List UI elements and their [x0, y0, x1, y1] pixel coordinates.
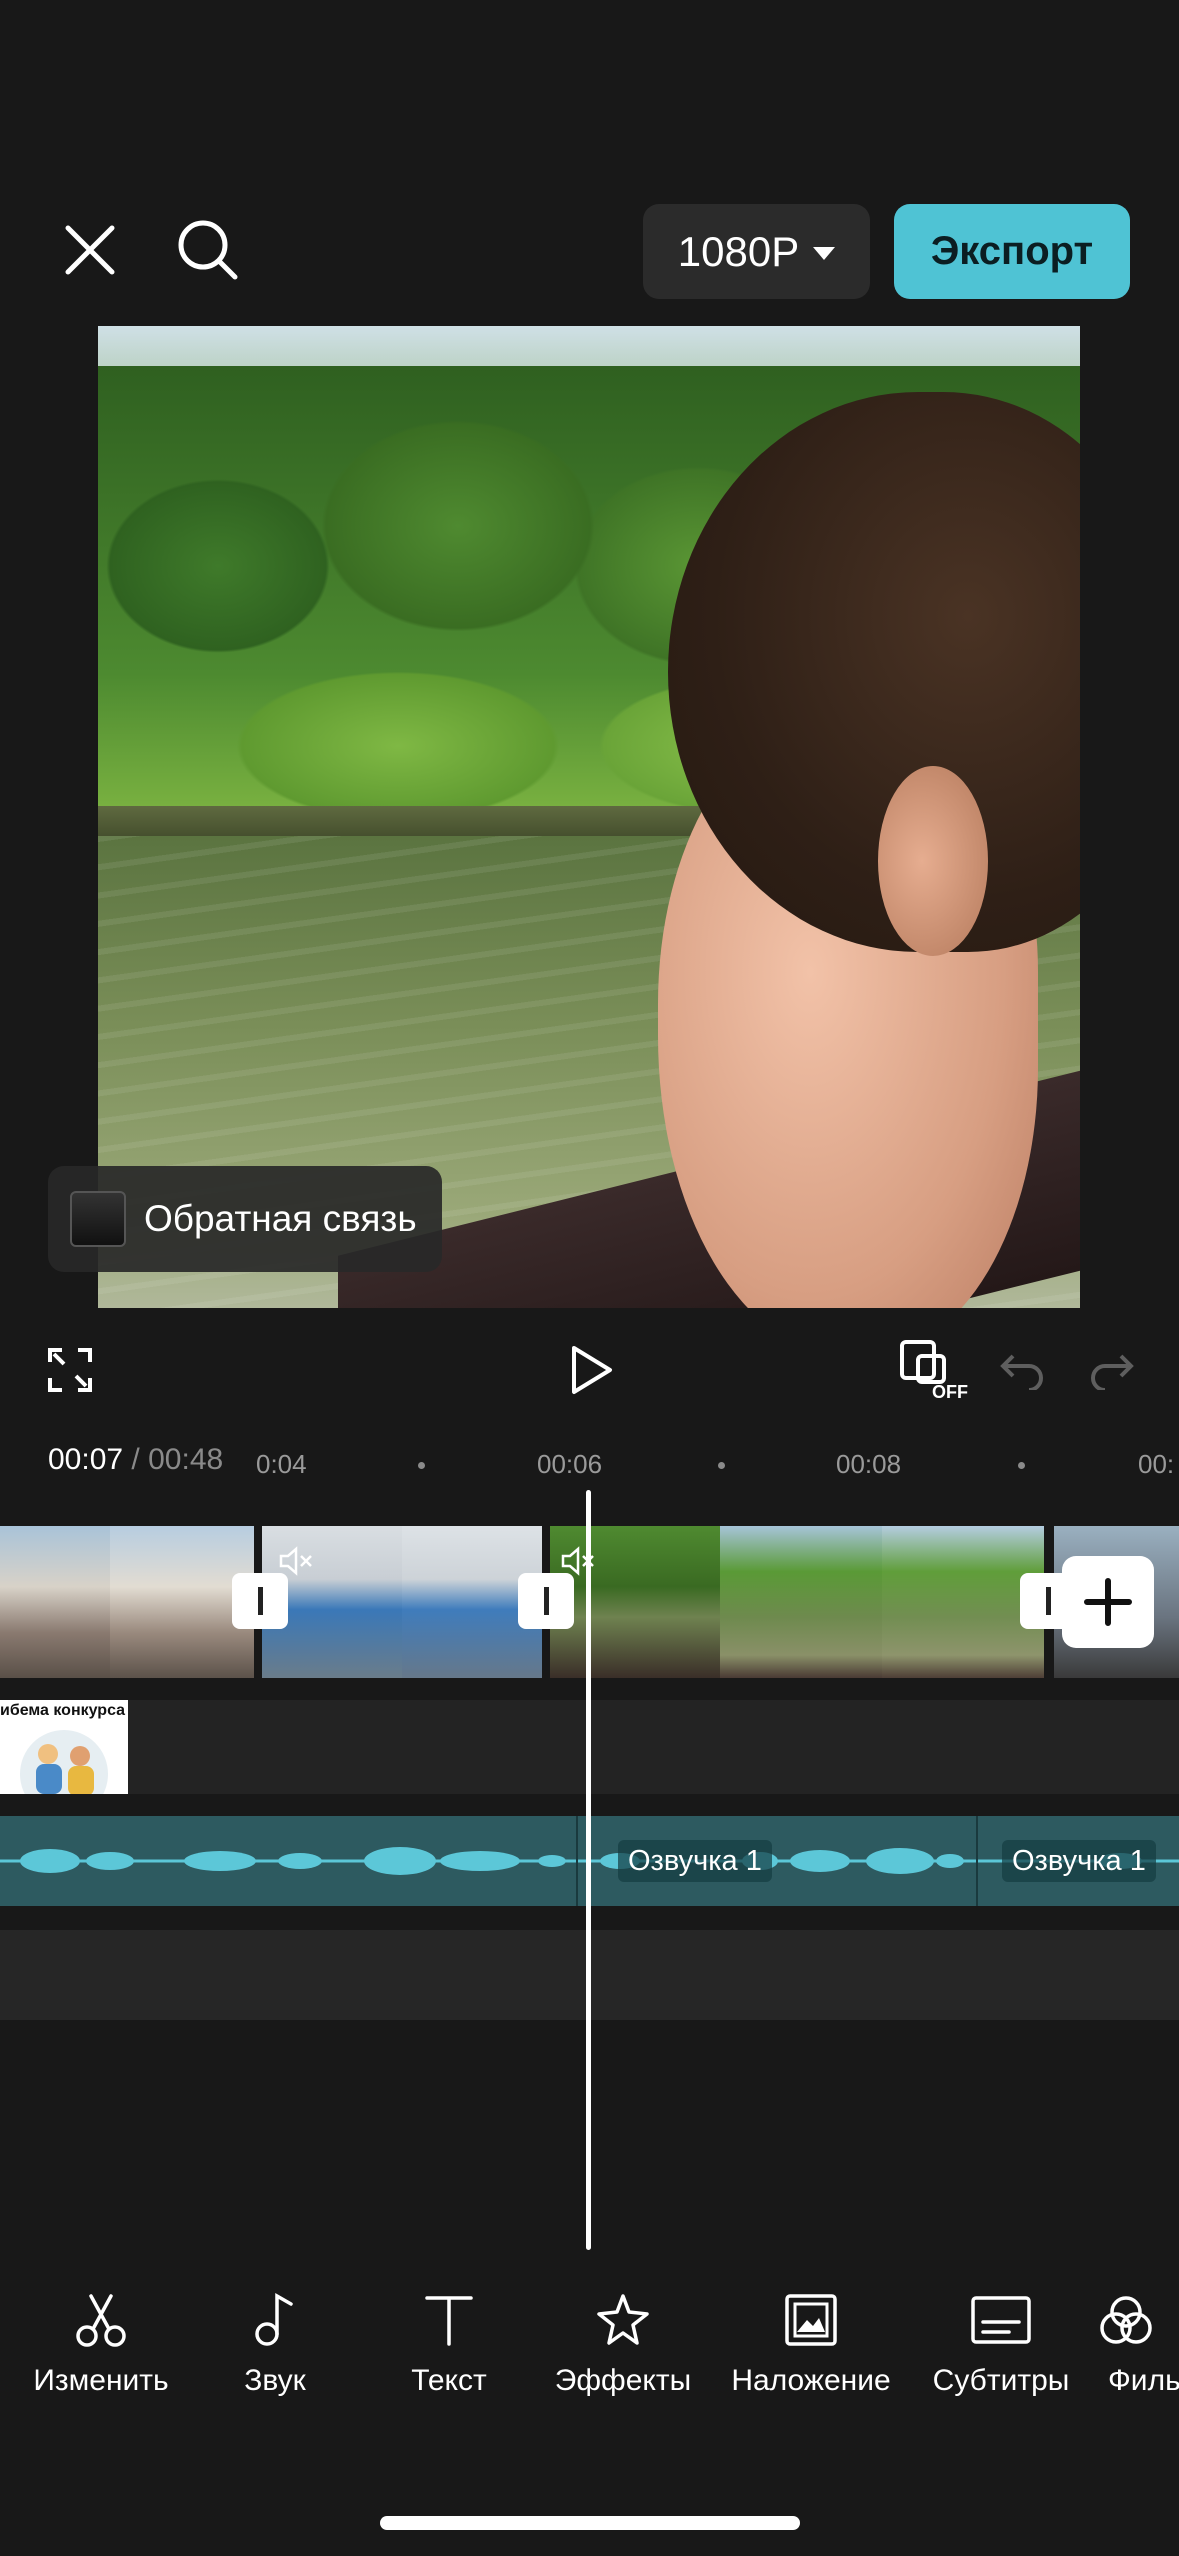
overlay-image-icon — [785, 2294, 837, 2346]
fullscreen-button[interactable] — [40, 1330, 100, 1410]
overlay-clip[interactable]: ибема конкурса — [0, 1700, 128, 1794]
undo-button[interactable] — [994, 1330, 1050, 1410]
transition-button[interactable] — [232, 1573, 288, 1629]
ruler-tick-label: 00:08 — [836, 1449, 902, 1479]
toolbar-label: Наложение — [731, 2364, 891, 2397]
preview-ear — [878, 766, 988, 956]
toolbar-effects[interactable]: Эффекты — [538, 2290, 708, 2398]
search-icon — [178, 220, 238, 280]
scissors-icon — [76, 2294, 126, 2347]
audio-clip-divider — [576, 1816, 578, 1906]
cover-off-icon: OFF — [900, 1340, 968, 1402]
feedback-button[interactable]: Обратная связь — [48, 1166, 442, 1272]
timecode: 00:07 / 00:48 — [48, 1443, 223, 1477]
plus-icon — [1084, 1578, 1132, 1626]
video-clip-1[interactable] — [0, 1526, 254, 1678]
toolbar-label: Филь — [1108, 2364, 1179, 2397]
close-icon — [65, 225, 115, 275]
play-icon — [572, 1346, 612, 1394]
fullscreen-icon — [48, 1348, 92, 1392]
transition-icon — [1045, 1587, 1051, 1615]
toolbar-label: Субтитры — [932, 2364, 1070, 2397]
music-note-icon — [255, 2292, 293, 2346]
add-clip-button[interactable] — [1062, 1556, 1154, 1648]
effects-star-icon — [597, 2294, 649, 2345]
home-indicator[interactable] — [380, 2516, 800, 2530]
filters-icon — [1100, 2296, 1152, 2344]
ruler-dot — [718, 1462, 725, 1469]
toolbar-label: Текст — [411, 2364, 487, 2397]
caret-down-icon — [813, 247, 836, 260]
toolbar-subtitles[interactable]: Субтитры — [916, 2290, 1086, 2398]
search-button[interactable] — [170, 212, 246, 288]
toolbar-label: Изменить — [33, 2364, 169, 2397]
ruler-tick-label: 00:06 — [537, 1449, 603, 1479]
close-button[interactable] — [54, 212, 126, 288]
redo-icon — [1091, 1354, 1134, 1390]
toolbar-overlay[interactable]: Наложение — [726, 2290, 896, 2398]
current-time: 00:07 — [48, 1443, 124, 1476]
clip-frame — [720, 1526, 882, 1678]
overlay-image — [20, 1730, 108, 1794]
undo-icon — [1000, 1354, 1043, 1390]
total-time: 00:48 — [148, 1443, 224, 1476]
audio-clip-label: Озвучка 1 — [618, 1840, 772, 1882]
subtitles-icon — [971, 2296, 1031, 2344]
redo-button[interactable] — [1084, 1330, 1140, 1410]
muted-icon — [279, 1546, 312, 1576]
playhead[interactable] — [586, 1490, 591, 2250]
time-separator: / — [131, 1443, 140, 1476]
toolbar-filters[interactable]: Филь — [1090, 2290, 1179, 2398]
feedback-thumbnail — [70, 1191, 126, 1247]
toolbar-label: Звук — [244, 2364, 306, 2397]
video-clip-2[interactable] — [262, 1526, 542, 1678]
transition-button[interactable] — [518, 1573, 574, 1629]
transition-icon — [543, 1587, 549, 1615]
resolution-dropdown[interactable]: 1080P — [643, 204, 870, 299]
svg-text:OFF: OFF — [932, 1382, 968, 1402]
toolbar-label: Эффекты — [554, 2364, 692, 2397]
ruler-tick-label: 0:04 — [256, 1449, 307, 1479]
audio-clip-label: Озвучка 1 — [1002, 1840, 1156, 1882]
ruler-dot — [1018, 1462, 1025, 1469]
transition-icon — [257, 1587, 263, 1615]
toolbar-text[interactable]: Текст — [364, 2290, 534, 2398]
clip-frame — [0, 1526, 110, 1678]
resolution-value: 1080P — [677, 227, 800, 275]
audio-clip-divider — [976, 1816, 978, 1906]
toolbar-edit[interactable]: Изменить — [16, 2290, 186, 2398]
feedback-label: Обратная связь — [144, 1198, 417, 1239]
ruler-tick-label: 00: — [1138, 1449, 1175, 1479]
play-button[interactable] — [556, 1330, 626, 1410]
video-clip-3[interactable] — [550, 1526, 1044, 1678]
cover-toggle-button[interactable]: OFF — [896, 1330, 970, 1410]
overlay-caption: ибема конкурса — [0, 1702, 126, 1719]
ruler-dot — [418, 1462, 425, 1469]
text-icon — [425, 2296, 473, 2346]
toolbar-sound[interactable]: Звук — [190, 2290, 360, 2398]
video-preview[interactable] — [98, 326, 1080, 1308]
export-button[interactable]: Экспорт — [894, 204, 1130, 299]
